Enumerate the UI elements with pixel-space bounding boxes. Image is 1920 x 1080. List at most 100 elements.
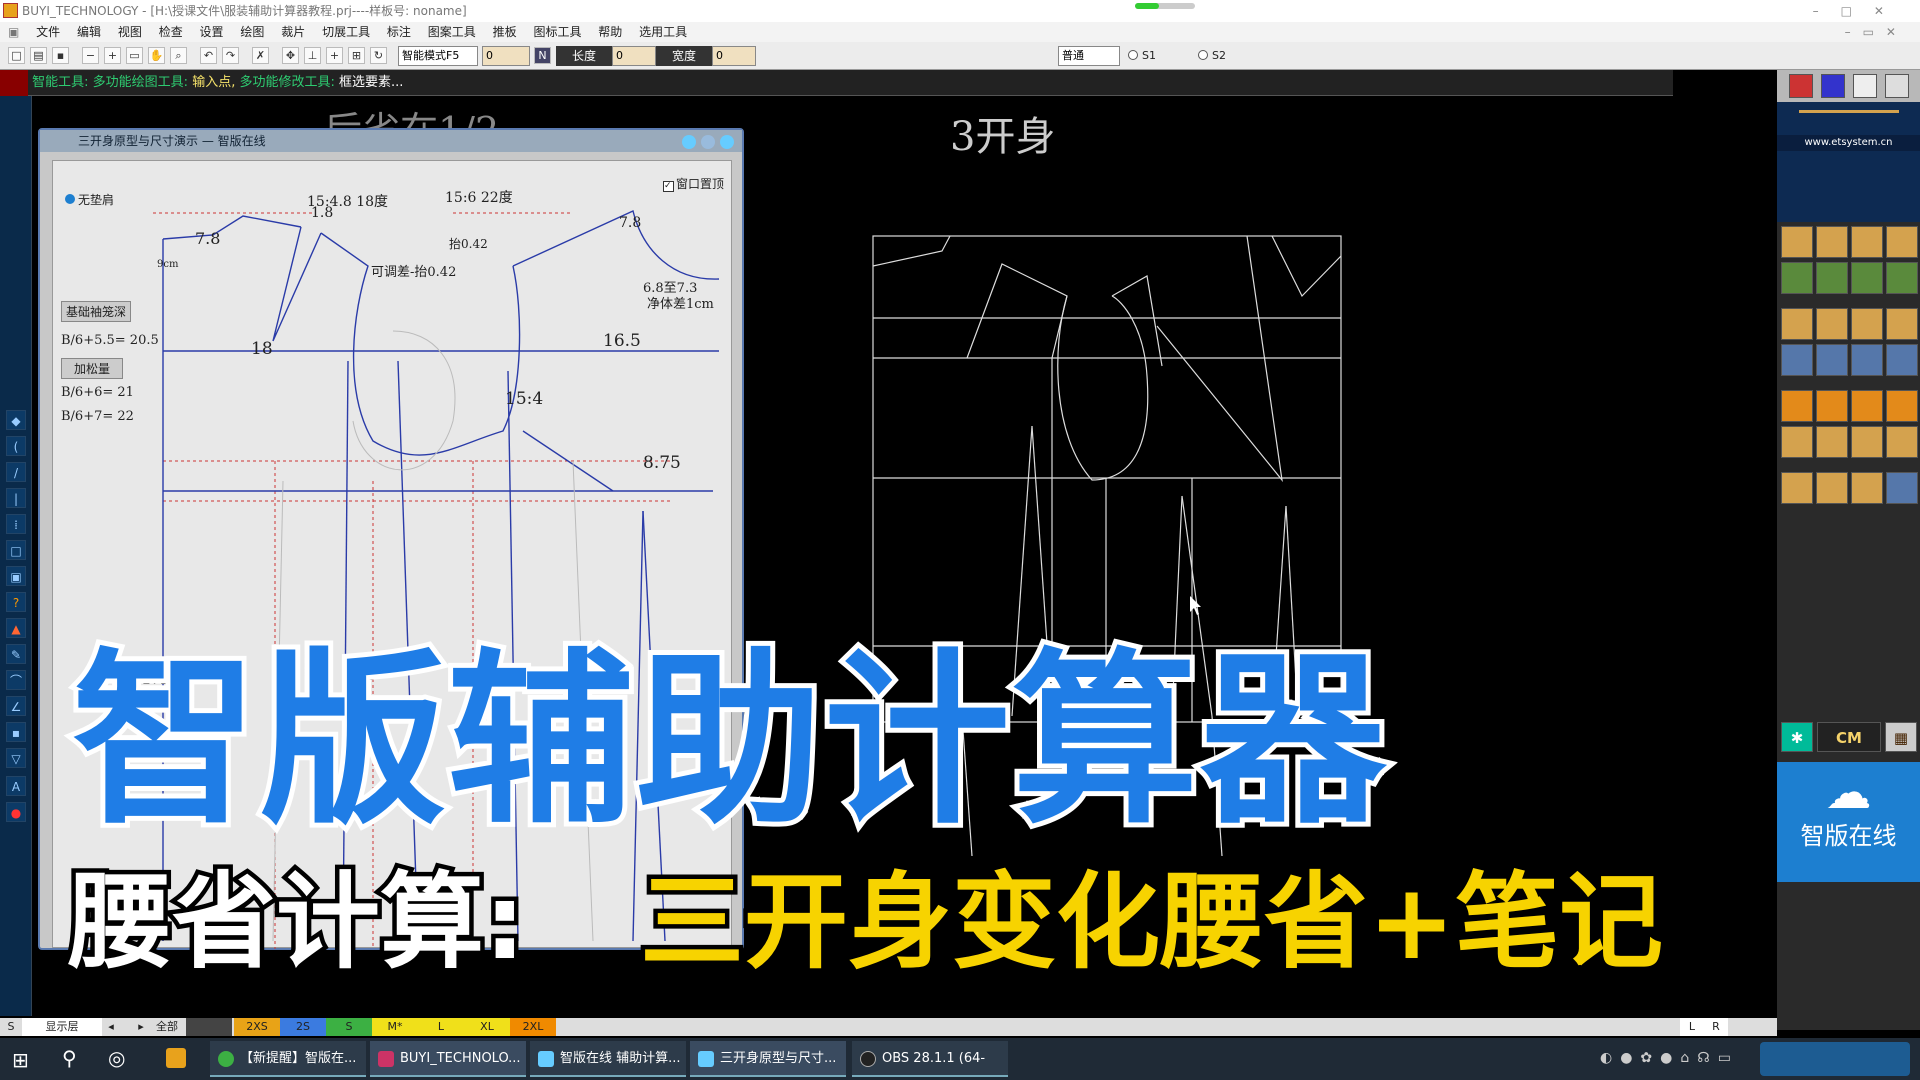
menu-help[interactable]: 帮助 <box>598 22 622 42</box>
task-demo[interactable]: 三开身原型与尺寸... <box>690 1041 846 1077</box>
tool-curve-icon[interactable] <box>1886 226 1918 258</box>
display-layer-select[interactable]: 显示层 <box>22 1018 102 1036</box>
tool-block-icon[interactable] <box>1886 390 1918 422</box>
cross-icon[interactable]: + <box>326 47 343 64</box>
menu-icon-tools[interactable]: 图标工具 <box>533 22 581 42</box>
zoom-out-icon[interactable]: − <box>82 47 99 64</box>
tool-flag-icon[interactable] <box>1816 390 1848 422</box>
normal-select[interactable]: 普通 <box>1058 46 1120 66</box>
radio-s1[interactable]: S1 <box>1128 49 1156 62</box>
tool-curve-icon[interactable]: ( <box>6 436 26 456</box>
menu-annotate[interactable]: 标注 <box>387 22 411 42</box>
menu-edit[interactable]: 编辑 <box>77 22 101 42</box>
dialog-window-buttons[interactable] <box>677 134 734 153</box>
size-chip-1[interactable]: 2S <box>280 1018 326 1036</box>
undo-icon[interactable]: ↶ <box>200 47 217 64</box>
tool-marker-icon[interactable]: ● <box>6 802 26 822</box>
tool-scissors-icon[interactable] <box>1781 262 1813 294</box>
mdi-controls[interactable]: –▭✕ <box>1845 22 1908 42</box>
tool-star-icon[interactable]: ✱ <box>1781 722 1813 752</box>
task-obs[interactable]: OBS 28.1.1 (64-bi... <box>852 1041 1008 1077</box>
tool-folder-icon[interactable] <box>1851 390 1883 422</box>
all-sizes[interactable]: 全部 <box>150 1018 184 1036</box>
tool-point-icon[interactable]: ◆ <box>6 410 26 430</box>
tool-pleat-icon[interactable] <box>1816 344 1848 376</box>
pan-icon[interactable]: ✋ <box>148 47 165 64</box>
tool-seam-icon[interactable] <box>1781 472 1813 504</box>
menu-settings[interactable]: 设置 <box>200 22 224 42</box>
menu-view[interactable]: 视图 <box>118 22 142 42</box>
new-icon[interactable]: □ <box>8 47 25 64</box>
delete-icon[interactable]: ✗ <box>252 47 269 64</box>
tool-fold-icon[interactable] <box>1851 344 1883 376</box>
tool-shirt-icon[interactable] <box>1851 262 1883 294</box>
size-s-toggle[interactable]: S <box>4 1018 18 1036</box>
tool-pen-icon[interactable]: ✎ <box>6 644 26 664</box>
tray-icons[interactable]: ◐●✿●⌂☊▭ <box>1600 1050 1739 1066</box>
task-calculator[interactable]: 智版在线 辅助计算... <box>530 1041 686 1077</box>
tool-needle-icon[interactable] <box>1781 226 1813 258</box>
print-icon[interactable] <box>1885 74 1909 98</box>
tool-cup-icon[interactable] <box>1816 426 1848 458</box>
l-toggle[interactable]: L <box>1680 1018 1704 1036</box>
tool-dart-icon[interactable]: ▽ <box>6 748 26 768</box>
search-icon[interactable]: ⚲ <box>62 1046 77 1070</box>
tool-help-icon[interactable]: ? <box>6 592 26 612</box>
window-controls[interactable]: –□✕ <box>1813 0 1906 22</box>
tool-save-icon[interactable]: ▪ <box>6 722 26 742</box>
tool-dart-icon[interactable] <box>1781 344 1813 376</box>
rotate-icon[interactable]: ↻ <box>370 47 387 64</box>
tool-angle-icon[interactable]: ∠ <box>6 696 26 716</box>
tool-text-icon[interactable]: A <box>6 776 26 796</box>
tool-spiral-icon[interactable] <box>1851 308 1883 340</box>
radio-s2[interactable]: S2 <box>1198 49 1226 62</box>
tool-knife-icon[interactable] <box>1851 226 1883 258</box>
tool-frame-icon[interactable]: ▣ <box>6 566 26 586</box>
tool-ruler-icon[interactable] <box>1886 262 1918 294</box>
menu-check[interactable]: 检查 <box>159 22 183 42</box>
r-toggle[interactable]: R <box>1704 1018 1728 1036</box>
task-buyi[interactable]: BUYI_TECHNOLO... <box>370 1041 526 1077</box>
tool-measure-icon[interactable]: ⁞ <box>6 514 26 534</box>
value-field-1[interactable]: 0 <box>482 46 530 66</box>
pinned-app-icon[interactable] <box>166 1048 186 1068</box>
size-chip-5[interactable]: XL <box>464 1018 510 1036</box>
tool-shoe-icon[interactable] <box>1886 308 1918 340</box>
prev-arrow-icon[interactable]: ◂ <box>104 1018 118 1036</box>
width-field[interactable]: 0 <box>712 46 756 66</box>
fit-icon[interactable]: ▭ <box>126 47 143 64</box>
redo-icon[interactable]: ↷ <box>222 47 239 64</box>
mode-select[interactable]: 智能模式F5 <box>398 46 478 66</box>
menu-file[interactable]: 文件 <box>36 22 60 42</box>
tool-slope-icon[interactable] <box>1886 344 1918 376</box>
tool-drop-icon[interactable] <box>1851 472 1883 504</box>
tool-person-icon[interactable] <box>1816 308 1848 340</box>
menu-draw[interactable]: 绘图 <box>240 22 264 42</box>
size-chip-2[interactable]: S <box>326 1018 372 1036</box>
menu-pattern-tools[interactable]: 图案工具 <box>428 22 476 42</box>
tool-plus-icon[interactable] <box>1886 426 1918 458</box>
tool-pin-icon[interactable] <box>1816 226 1848 258</box>
tool-rect-icon[interactable]: □ <box>6 540 26 560</box>
task-forum[interactable]: 【新提醒】智版在... <box>210 1041 366 1077</box>
calculator-icon[interactable]: ▦ <box>1885 722 1917 752</box>
tool-tag-icon[interactable] <box>1781 390 1813 422</box>
length-field[interactable]: 0 <box>612 46 656 66</box>
menu-pieces[interactable]: 裁片 <box>281 22 305 42</box>
tool-sleeve-icon[interactable] <box>1886 472 1918 504</box>
align-icon[interactable]: ⊥ <box>304 47 321 64</box>
size-chip-3[interactable]: M* <box>372 1018 418 1036</box>
abc-icon[interactable]: N <box>534 47 551 64</box>
menu-grading[interactable]: 推板 <box>493 22 517 42</box>
size-chip-4[interactable]: L <box>418 1018 464 1036</box>
zoom-in-icon[interactable]: + <box>104 47 121 64</box>
tool-vertical-icon[interactable]: | <box>6 488 26 508</box>
menu-slash-tools[interactable]: 切展工具 <box>322 22 370 42</box>
tool-arrow-icon[interactable] <box>1816 262 1848 294</box>
save-icon[interactable]: ▪ <box>52 47 69 64</box>
tool-split-icon[interactable] <box>1851 426 1883 458</box>
grid-icon[interactable]: ⊞ <box>348 47 365 64</box>
unit-cm[interactable]: CM <box>1817 722 1881 752</box>
start-icon[interactable]: ⊞ <box>12 1048 29 1072</box>
tool-angle-icon[interactable] <box>1816 472 1848 504</box>
